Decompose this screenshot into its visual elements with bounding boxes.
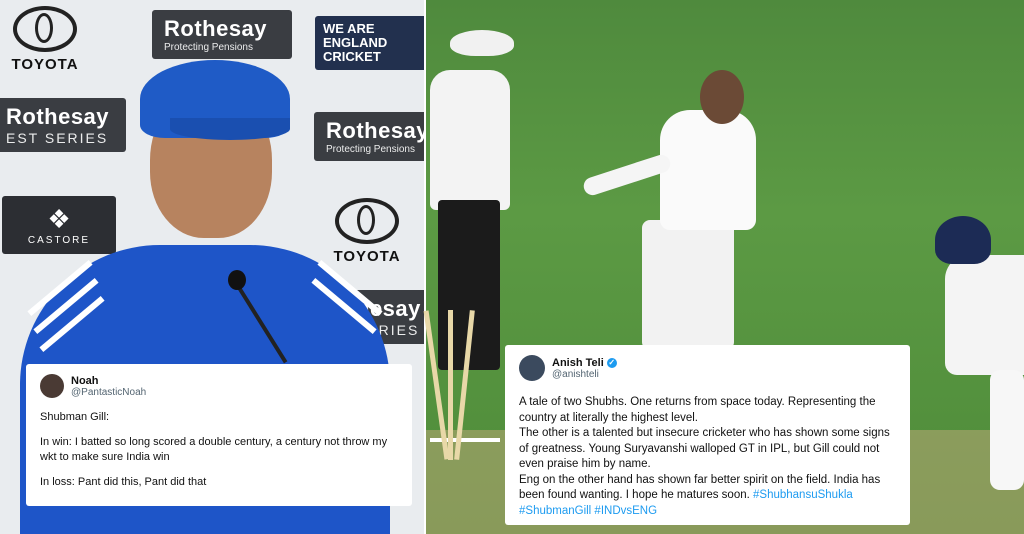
cap-peak [170, 118, 290, 140]
rothesay-subtitle: Protecting Pensions [164, 42, 253, 53]
toyota-logo-2: TOYOTA [332, 198, 402, 265]
batter-shirt [945, 255, 1024, 375]
toyota-emblem-icon [335, 198, 399, 244]
rothesay-subtitle: Protecting Pensions [326, 144, 415, 155]
toyota-text: TOYOTA [333, 248, 401, 265]
ecb-line-3: CRICKET [323, 49, 381, 64]
tweet-author-name[interactable]: Anish Teli [552, 357, 604, 369]
verified-badge-icon: ✓ [606, 357, 617, 368]
rothesay-subtitle: EST SERIES [6, 130, 109, 146]
toyota-logo: TOYOTA [10, 6, 80, 73]
tweet-line: Shubman Gill: [40, 411, 110, 423]
ecb-line-2: ENGLAND [323, 35, 388, 50]
tweet-body: Shubman Gill: In win: I batted so long s… [40, 410, 398, 490]
umpire-shirt [430, 70, 510, 210]
toyota-text: TOYOTA [11, 56, 79, 73]
rothesay-banner-3: Rothesay Protecting Pensions [314, 112, 426, 161]
tweet-card-noah[interactable]: Noah @PantasticNoah Shubman Gill: In win… [26, 364, 412, 506]
batter-pad [990, 370, 1024, 490]
rothesay-title: Rothesay [6, 104, 110, 129]
tweet-body: A tale of two Shubhs. One returns from s… [519, 395, 896, 519]
tweet-paragraph-3: Eng on the other hand has shown far bett… [519, 473, 896, 504]
ecb-banner: WE ARE ENGLAND CRICKET [315, 16, 426, 70]
tweet-header: Anish Teli ✓ @anishteli [519, 355, 896, 381]
castore-text: CASTORE [27, 235, 91, 246]
microphone-icon [228, 270, 246, 290]
hashtag-link[interactable]: #ShubhansuShukla [753, 489, 853, 501]
ecb-line-1: WE ARE [323, 21, 375, 36]
press-conference-photo: TOYOTA Rothesay Protecting Pensions WE A… [0, 0, 426, 534]
stumps [423, 310, 475, 470]
tweet-line: In win: I batted so long scored a double… [40, 436, 388, 463]
bowler-trousers [642, 220, 734, 350]
tweet-author-handle[interactable]: @PantasticNoah [71, 387, 146, 398]
tweet-line: In loss: Pant did this, Pant did that [40, 476, 207, 488]
avatar[interactable] [519, 355, 545, 381]
batter-helmet [935, 216, 991, 264]
castore-wings-icon: ❖ [47, 204, 71, 234]
avatar[interactable] [40, 374, 64, 398]
castore-banner: ❖ CASTORE [2, 196, 116, 254]
tweet-author-handle[interactable]: @anishteli [552, 369, 617, 380]
hashtag-links[interactable]: #ShubmanGill #INDvsENG [519, 504, 896, 520]
tweet-author-name[interactable]: Noah [71, 375, 146, 387]
tweet-paragraph-1: A tale of two Shubhs. One returns from s… [519, 396, 876, 424]
toyota-emblem-icon [13, 6, 77, 52]
bowler-shirt [660, 110, 756, 230]
tweet-header: Noah @PantasticNoah [40, 374, 398, 398]
tweet-paragraph-2: The other is a talented but insecure cri… [519, 427, 890, 470]
rothesay-banner-1: Rothesay Protecting Pensions [152, 10, 292, 59]
rothesay-title: Rothesay [164, 16, 268, 41]
rothesay-title: Rothesay [326, 118, 426, 143]
bowler-head [700, 70, 744, 124]
tweet-card-anish[interactable]: Anish Teli ✓ @anishteli A tale of two Sh… [505, 345, 910, 525]
rothesay-banner-2: Rothesay EST SERIES [0, 98, 126, 152]
umpire-hat [450, 30, 514, 56]
